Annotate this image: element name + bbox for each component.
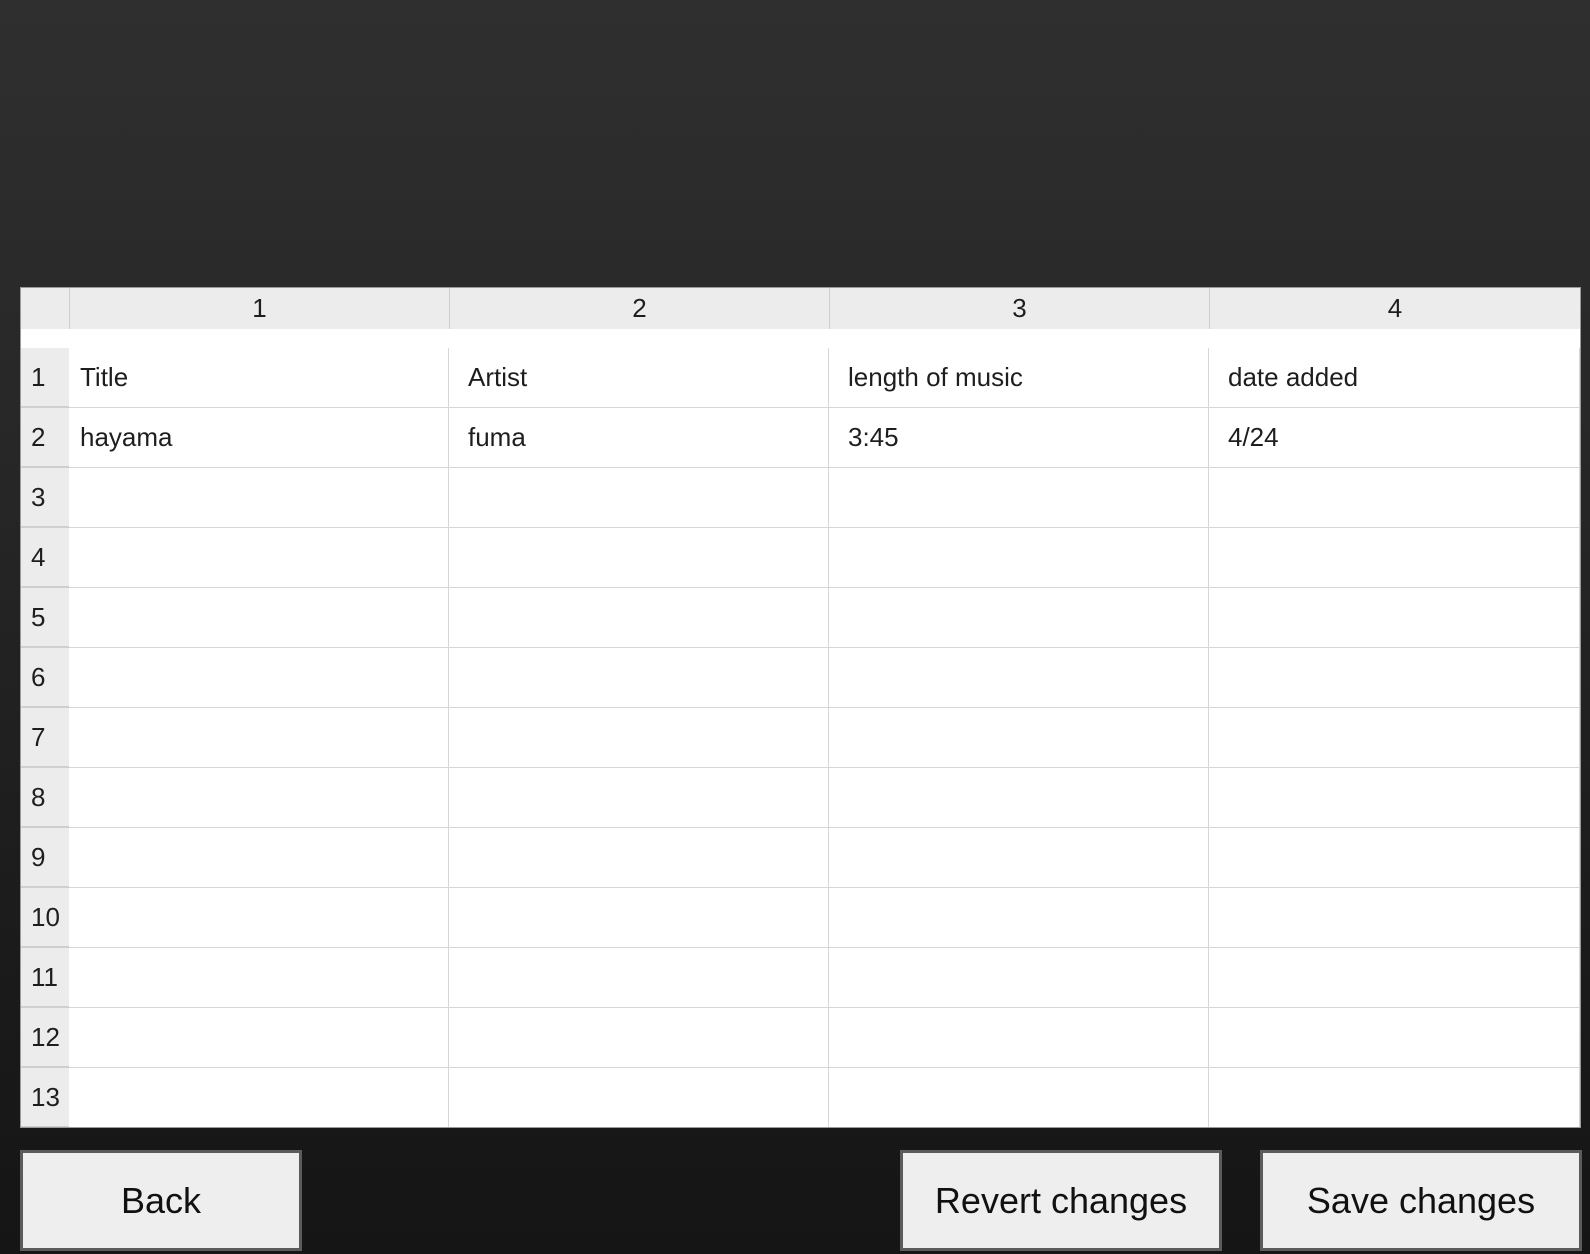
row-header[interactable]: 8 — [21, 768, 69, 828]
table-cell[interactable]: Artist — [449, 348, 829, 408]
row-header[interactable]: 3 — [21, 468, 69, 528]
revert-changes-button[interactable]: Revert changes — [900, 1150, 1222, 1251]
table-cell[interactable] — [1209, 1008, 1580, 1068]
table-cell[interactable] — [829, 1068, 1209, 1127]
row-header[interactable]: 1 — [21, 348, 69, 408]
table-cell[interactable] — [449, 528, 829, 588]
table-cell[interactable]: 4/24 — [1209, 408, 1580, 468]
row-header[interactable]: 5 — [21, 588, 69, 648]
table-cell[interactable] — [829, 828, 1209, 888]
row-header[interactable]: 13 — [21, 1068, 69, 1127]
column-header[interactable]: 2 — [449, 288, 829, 329]
table-corner[interactable] — [21, 288, 69, 329]
table-cell[interactable] — [829, 948, 1209, 1008]
table-cell[interactable] — [449, 648, 829, 708]
table-cell[interactable] — [449, 948, 829, 1008]
table-cell[interactable]: Title — [69, 348, 449, 408]
column-header[interactable]: 1 — [69, 288, 449, 329]
table-cell[interactable]: date added — [1209, 348, 1580, 408]
row-header[interactable]: 11 — [21, 948, 69, 1008]
row-header[interactable]: 12 — [21, 1008, 69, 1068]
table-cell[interactable] — [449, 1068, 829, 1127]
table-cell[interactable] — [69, 1008, 449, 1068]
table-cell[interactable] — [1209, 1068, 1580, 1127]
table-cell[interactable] — [69, 468, 449, 528]
table-cell[interactable] — [829, 888, 1209, 948]
table-cell[interactable] — [69, 888, 449, 948]
table-cell[interactable] — [449, 708, 829, 768]
table-cell[interactable] — [69, 768, 449, 828]
table-cell[interactable] — [829, 588, 1209, 648]
table-cell[interactable] — [1209, 528, 1580, 588]
table-cell[interactable] — [69, 828, 449, 888]
table-cell[interactable]: 3:45 — [829, 408, 1209, 468]
table-cell[interactable] — [1209, 768, 1580, 828]
table-cell[interactable]: length of music — [829, 348, 1209, 408]
table-cell[interactable] — [1209, 828, 1580, 888]
table-cell[interactable] — [69, 528, 449, 588]
spreadsheet-table[interactable]: 1 2 3 4 1 Title Artist length of music date adde… — [20, 287, 1581, 1128]
row-header[interactable]: 6 — [21, 648, 69, 708]
save-changes-button[interactable]: Save changes — [1260, 1150, 1582, 1251]
table-cell[interactable] — [69, 648, 449, 708]
table-cell[interactable]: hayama — [69, 408, 449, 468]
row-header[interactable]: 2 — [21, 408, 69, 468]
table-cell[interactable] — [449, 588, 829, 648]
table-cell[interactable] — [829, 768, 1209, 828]
row-header[interactable]: 4 — [21, 528, 69, 588]
table-cell[interactable] — [1209, 888, 1580, 948]
row-header[interactable]: 7 — [21, 708, 69, 768]
table-cell[interactable] — [829, 648, 1209, 708]
table-cell[interactable] — [829, 708, 1209, 768]
column-header[interactable]: 4 — [1209, 288, 1580, 329]
table-cell[interactable] — [1209, 468, 1580, 528]
table-cell[interactable] — [829, 528, 1209, 588]
table-cell[interactable] — [449, 888, 829, 948]
table-cell[interactable] — [1209, 588, 1580, 648]
back-button[interactable]: Back — [20, 1150, 302, 1251]
row-header[interactable]: 10 — [21, 888, 69, 948]
table-cell[interactable] — [1209, 708, 1580, 768]
row-header[interactable]: 9 — [21, 828, 69, 888]
table-cell[interactable] — [1209, 648, 1580, 708]
column-header[interactable]: 3 — [829, 288, 1209, 329]
table-cell[interactable] — [829, 1008, 1209, 1068]
table-cell[interactable] — [69, 1068, 449, 1127]
table-grid: 1 2 3 4 1 Title Artist length of music date adde… — [21, 288, 1580, 1127]
table-cell[interactable] — [449, 1008, 829, 1068]
table-cell[interactable] — [69, 948, 449, 1008]
table-cell[interactable] — [829, 468, 1209, 528]
table-cell[interactable] — [449, 828, 829, 888]
table-cell[interactable] — [449, 768, 829, 828]
table-cell[interactable] — [69, 588, 449, 648]
table-cell[interactable] — [69, 708, 449, 768]
table-cell[interactable]: fuma — [449, 408, 829, 468]
table-cell[interactable] — [1209, 948, 1580, 1008]
table-cell[interactable] — [449, 468, 829, 528]
